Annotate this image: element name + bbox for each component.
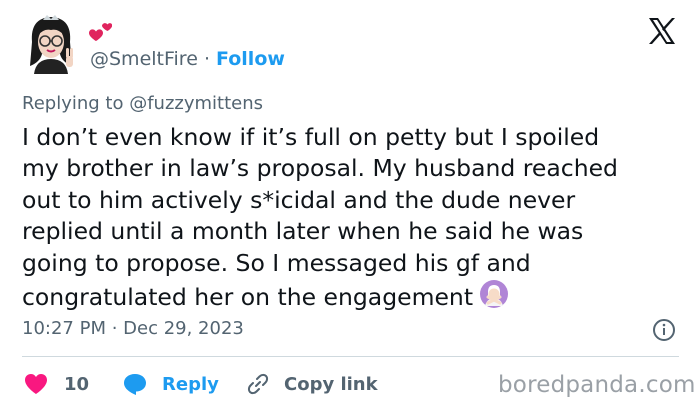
follow-button[interactable]: Follow bbox=[216, 48, 285, 70]
replying-to-text: Replying to @fuzzymittens bbox=[22, 93, 264, 114]
tweet-line: I don’t even know if it’s full on petty … bbox=[22, 123, 600, 151]
reply-label: Reply bbox=[162, 373, 219, 395]
timestamp[interactable]: 10:27 PM · Dec 29, 2023 bbox=[22, 318, 244, 339]
divider bbox=[22, 356, 679, 357]
tweet-line: congratulated her on the engagement bbox=[22, 283, 474, 312]
watermark: boredpanda.com bbox=[498, 372, 696, 398]
copy-link-button[interactable]: Copy link bbox=[246, 371, 378, 397]
tweet-line: out to him actively s*icidal and the dud… bbox=[22, 185, 576, 214]
separator-dot: · bbox=[197, 48, 217, 70]
tweet-line: going to propose. So I messaged his gf a… bbox=[22, 248, 531, 277]
tweet-line-last: congratulated her on the engagement bbox=[22, 279, 682, 313]
author-handle[interactable]: @SmeltFire bbox=[90, 48, 198, 70]
reply-button[interactable]: Reply bbox=[122, 371, 219, 397]
copy-link-label: Copy link bbox=[284, 373, 378, 395]
tweet-line: replied until a month later when he said… bbox=[22, 217, 584, 246]
x-logo-icon[interactable] bbox=[647, 16, 677, 46]
author-row: @SmeltFire · Follow bbox=[90, 48, 285, 70]
hearts-emoji bbox=[88, 22, 113, 44]
tweet-text: I don’t even know if it’s full on petty … bbox=[22, 122, 682, 313]
heart-icon bbox=[25, 374, 47, 394]
like-count: 10 bbox=[64, 373, 90, 395]
like-button[interactable]: 10 bbox=[24, 371, 89, 397]
avatar[interactable] bbox=[22, 12, 80, 74]
tweet-line: my brother in law’s proposal. My husband… bbox=[22, 154, 618, 183]
info-icon[interactable] bbox=[652, 318, 676, 342]
link-icon bbox=[247, 373, 269, 395]
person-gesturing-no-emoji bbox=[479, 279, 509, 309]
reply-bubble-icon bbox=[124, 374, 146, 395]
